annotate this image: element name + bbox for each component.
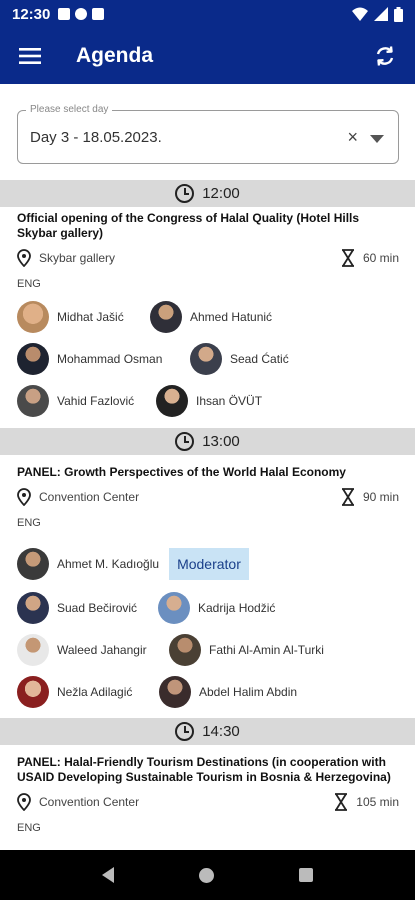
speaker-item[interactable]: Abdel Halim Abdin [159,675,297,709]
session-duration-label: 105 min [356,795,399,809]
app-notification-icon [75,8,88,20]
clock-icon [175,184,195,203]
avatar [156,385,188,417]
system-nav-bar [0,850,415,900]
day-select-value: Day 3 - 18.05.2023. [30,129,162,146]
session-meta: Convention Center 105 min [17,791,399,813]
status-bar: 12:30 [0,0,415,28]
speaker-name: Ihsan ÖVÜT [196,394,263,408]
session-meta: Skybar gallery 60 min [17,247,399,269]
speaker-item[interactable]: Suad Bečirović [17,591,137,625]
status-time: 12:30 [12,5,51,23]
session-time: 14:30 [202,723,240,740]
wifi-icon [352,7,368,21]
clear-icon[interactable]: × [347,127,358,148]
time-header: 14:30 [0,718,415,745]
moderator-badge: Moderator [169,548,249,580]
speaker-item[interactable]: Waleed Jahangir [17,633,147,667]
speaker-item[interactable]: Fathi Al-Amin Al-Turki [169,633,324,667]
page-title: Agenda [76,44,154,67]
back-icon[interactable] [102,867,115,883]
speaker-name: Kadrija Hodžić [198,601,276,615]
avatar [17,343,49,375]
session-duration-label: 60 min [362,251,399,265]
avatar [158,592,190,624]
speaker-item[interactable]: Ahmet M. Kadıoğlu Moderator [17,547,249,581]
menu-icon[interactable] [16,42,44,70]
avatar [169,634,201,666]
speaker-name: Suad Bečirović [57,601,138,615]
speaker-item[interactable]: Mohammad Osman [17,342,162,376]
sd-card-icon [92,8,105,20]
session-location: Convention Center [39,795,140,809]
avatar [17,676,49,708]
location-pin-icon [17,793,31,811]
speaker-name: Nežla Adilagić [57,685,133,699]
session-duration: 90 min [341,488,399,506]
day-select-label: Please select day [26,104,113,115]
avatar [17,634,49,666]
speaker-item[interactable]: Kadrija Hodžić [158,591,275,625]
notification-icon [58,8,71,20]
speaker-item[interactable]: Midhat Jašić [17,300,124,334]
avatar [17,592,49,624]
time-header: 13:00 [0,428,415,455]
recent-apps-icon[interactable] [298,868,313,882]
speaker-item[interactable]: Nežla Adilagić [17,675,132,709]
day-select-field[interactable]: Please select day Day 3 - 18.05.2023. × [17,104,399,164]
home-icon[interactable] [198,867,214,883]
hourglass-icon [341,488,354,506]
session-language: ENG [17,822,41,834]
speaker-name: Fathi Al-Amin Al-Turki [209,643,324,657]
session-title[interactable]: Official opening of the Congress of Hala… [17,211,397,241]
session-title[interactable]: PANEL: Halal-Friendly Tourism Destinatio… [17,755,397,785]
speaker-name: Sead Ćatić [230,352,289,366]
app-bar: Agenda [0,28,415,84]
chevron-down-icon[interactable] [370,135,384,143]
refresh-icon[interactable] [371,42,399,70]
time-header: 12:00 [0,180,415,207]
speaker-name: Ahmet M. Kadıoğlu [57,557,160,571]
session-time: 13:00 [202,433,240,450]
session-duration: 105 min [334,793,399,811]
session-time: 12:00 [202,185,240,202]
status-system-icons [352,6,403,22]
speaker-item[interactable]: Ahmed Hatunić [150,300,272,334]
speaker-name: Midhat Jašić [57,310,124,324]
status-notification-icons [58,8,105,20]
hourglass-icon [341,249,354,267]
location-pin-icon [17,488,31,506]
hourglass-icon [335,793,348,811]
session-duration: 60 min [341,249,399,267]
speaker-item[interactable]: Vahid Fazlović [17,384,134,418]
avatar [150,301,182,333]
session-language: ENG [17,278,41,290]
session-location: Convention Center [39,490,140,504]
location-pin-icon [17,249,31,267]
speaker-name: Ahmed Hatunić [190,310,273,324]
signal-icon [374,7,388,21]
speaker-item[interactable]: Ihsan ÖVÜT [156,384,262,418]
avatar [17,548,49,580]
session-language: ENG [17,517,41,529]
avatar [159,676,191,708]
speaker-item[interactable]: Sead Ćatić [190,342,289,376]
avatar [190,343,222,375]
clock-icon [175,722,195,741]
session-duration-label: 90 min [362,490,399,504]
clock-icon [175,432,195,451]
session-title[interactable]: PANEL: Growth Perspectives of the World … [17,465,397,480]
avatar [17,385,49,417]
speaker-name: Mohammad Osman [57,352,163,366]
speaker-name: Waleed Jahangir [57,643,147,657]
speaker-name: Abdel Halim Abdin [199,685,298,699]
avatar [17,301,49,333]
battery-icon [394,6,403,22]
speaker-name: Vahid Fazlović [57,394,135,408]
session-meta: Convention Center 90 min [17,486,399,508]
session-location: Skybar gallery [39,251,116,265]
